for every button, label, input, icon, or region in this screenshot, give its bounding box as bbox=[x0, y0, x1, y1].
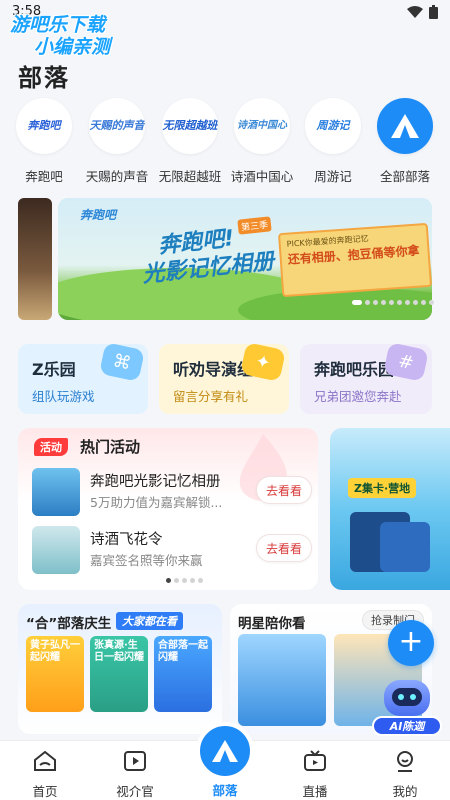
star-photo-1[interactable] bbox=[238, 634, 326, 726]
trending-tag: 大家都在看 bbox=[116, 612, 183, 630]
beyond-logo: 无限超越班 bbox=[162, 98, 218, 154]
circle-item-travel[interactable]: 周游记 周游记 bbox=[293, 98, 373, 185]
video-icon bbox=[124, 751, 146, 771]
quick-card-park[interactable]: # 奔跑吧乐园 兄弟团邀您奔赴 bbox=[300, 344, 432, 414]
circle-item-all[interactable]: 全部部落 bbox=[365, 98, 445, 185]
z-card-promo[interactable]: Z集卡·营地 bbox=[330, 428, 450, 590]
travel-logo: 周游记 bbox=[305, 98, 361, 154]
view-button[interactable]: 去看看 bbox=[256, 476, 312, 504]
quick-card-director[interactable]: ✦ 听劝导演组 留言分享有礼 bbox=[159, 344, 289, 414]
nav-home[interactable]: 首页 bbox=[10, 749, 80, 800]
circle-item-voice[interactable]: 天赐的声音 天赐的声音 bbox=[77, 98, 157, 185]
nav-profile[interactable]: 我的 bbox=[370, 749, 440, 800]
all-tribes-icon bbox=[377, 98, 433, 154]
tribe-circles: 奔跑吧 奔跑吧 天赐的声音 天赐的声音 无限超越班 无限超越班 诗酒中国心 诗酒… bbox=[0, 98, 450, 188]
banner-logo: 奔跑吧 bbox=[80, 208, 117, 222]
banner-promo-card: PICK你最爱的奔跑记忆 还有相册、抱豆俑等你拿 bbox=[277, 222, 432, 298]
nav-live[interactable]: 直播 bbox=[280, 749, 350, 800]
album-thumbnail bbox=[32, 468, 80, 516]
add-button[interactable]: + bbox=[388, 620, 434, 666]
profile-icon bbox=[397, 751, 413, 772]
banner-prev-peek[interactable] bbox=[18, 198, 52, 320]
poetry-logo: 诗酒中国心 bbox=[234, 98, 290, 154]
birthday-card[interactable]: “合”部落庆生 大家都在看 黄子弘凡一起闪耀 张真源·生日一起闪耀 合部落一起闪… bbox=[18, 604, 222, 734]
home-icon bbox=[34, 750, 56, 771]
activity-item-album[interactable]: 奔跑吧光影记忆相册 5万助力值为嘉宾解锁... 去看看 bbox=[32, 468, 312, 518]
birthday-tile-1[interactable]: 黄子弘凡一起闪耀 bbox=[26, 636, 84, 712]
tent-icon bbox=[212, 740, 238, 762]
nav-video[interactable]: 视介官 bbox=[100, 749, 170, 800]
quick-card-zpark[interactable]: ⌘ Z乐园 组队玩游戏 bbox=[18, 344, 148, 414]
view-button[interactable]: 去看看 bbox=[256, 534, 312, 562]
activity-pagination bbox=[166, 578, 203, 583]
birthday-tile-2[interactable]: 张真源·生日一起闪耀 bbox=[90, 636, 148, 712]
page-title: 部落 bbox=[18, 64, 70, 92]
voice-logo: 天赐的声音 bbox=[89, 98, 145, 154]
nav-tribe[interactable] bbox=[196, 722, 254, 780]
card-stack-decoration bbox=[350, 512, 430, 572]
birthday-tile-3[interactable]: 合部落一起闪耀 bbox=[154, 636, 212, 712]
activity-item-poetry[interactable]: 诗酒飞花令 嘉宾签名照等你来赢 去看看 bbox=[32, 526, 312, 576]
activity-title: 热门活动 bbox=[80, 438, 141, 456]
circle-item-beyond[interactable]: 无限超越班 无限超越班 bbox=[150, 98, 230, 185]
tv-icon bbox=[304, 750, 326, 771]
hot-activity-panel: 活动 热门活动 奔跑吧光影记忆相册 5万助力值为嘉宾解锁... 去看看 诗酒飞花… bbox=[18, 428, 318, 590]
running-logo: 奔跑吧 bbox=[16, 98, 72, 154]
battery-icon bbox=[429, 5, 438, 19]
wifi-icon bbox=[407, 6, 423, 18]
nav-tribe-label: 部落 bbox=[212, 783, 238, 798]
banner-pagination bbox=[352, 300, 434, 305]
circle-item-running[interactable]: 奔跑吧 奔跑吧 bbox=[4, 98, 84, 185]
watermark-logo: 游吧乐下载 小编亲测 bbox=[10, 14, 111, 58]
poetry-thumbnail bbox=[32, 526, 80, 574]
ai-assistant[interactable]: AI陈迦 bbox=[372, 680, 442, 738]
circle-item-poetry[interactable]: 诗酒中国心 诗酒中国心 bbox=[222, 98, 302, 185]
activity-badge: 活动 bbox=[34, 438, 68, 456]
